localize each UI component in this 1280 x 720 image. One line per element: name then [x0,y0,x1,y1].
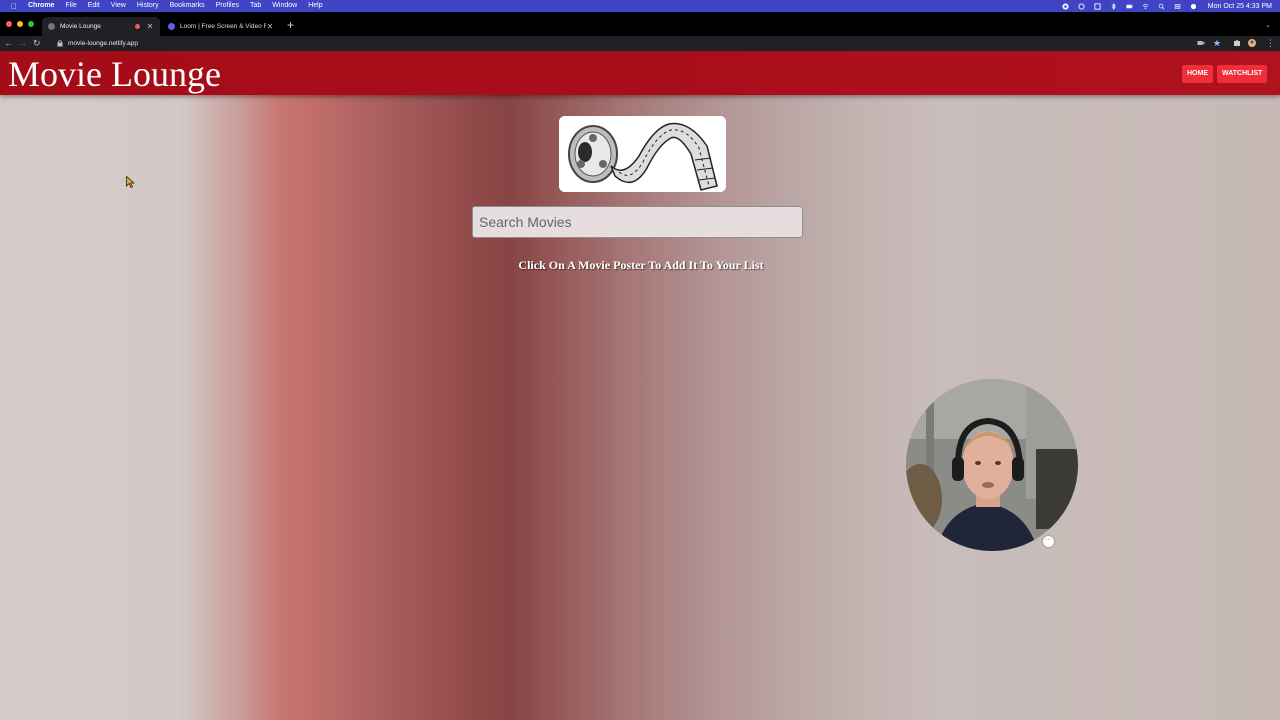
menu-history[interactable]: History [137,0,159,12]
menubar-clock[interactable]: Mon Oct 25 4:33 PM [1208,3,1272,10]
menu-window[interactable]: Window [272,0,297,12]
tab-movie-lounge[interactable]: Movie Lounge ✕ [42,17,160,36]
browser-toolbar: ← → ↻ movie-lounge.netlify.app ⋮ [0,36,1280,51]
bookmark-star-icon[interactable] [1213,39,1221,47]
minimize-window-button[interactable] [17,21,23,27]
loom-favicon-icon [168,23,175,30]
siri-icon[interactable] [1190,3,1197,10]
apple-icon[interactable]:  [0,2,28,11]
menu-file[interactable]: File [65,0,76,12]
wifi-icon[interactable] [1142,3,1149,10]
reload-button[interactable]: ↻ [33,37,41,49]
close-window-button[interactable] [6,21,12,27]
macos-menu-bar:  Chrome File Edit View History Bookmark… [0,0,1280,12]
fullscreen-window-button[interactable] [28,21,34,27]
extensions-puzzle-icon[interactable] [1233,39,1241,47]
webcam-presenter-image [906,379,1078,551]
forward-button[interactable]: → [18,37,27,49]
tab-loom[interactable]: Loom | Free Screen & Video Re ✕ [162,17,280,36]
browser-tab-strip: Movie Lounge ✕ Loom | Free Screen & Vide… [0,12,1280,36]
film-reel-logo [559,116,726,192]
address-bar[interactable]: movie-lounge.netlify.app [50,37,1220,49]
loom-status-icon[interactable] [1062,2,1069,10]
url-text: movie-lounge.netlify.app [68,39,138,47]
tab-search-chevron-icon[interactable]: ⌄ [1265,21,1271,29]
webcam-options-icon[interactable]: ··· [1043,536,1054,547]
menu-profiles[interactable]: Profiles [216,0,239,12]
menu-edit[interactable]: Edit [88,0,100,12]
menu-help[interactable]: Help [308,0,322,12]
loom-webcam-bubble[interactable] [906,379,1078,551]
page-viewport: Movie Lounge HOME WATCHLIST Click On A M… [0,51,1280,720]
camera-icon[interactable] [1197,39,1205,47]
close-tab-icon[interactable]: ✕ [266,22,274,31]
menu-tab[interactable]: Tab [250,0,261,12]
globe-favicon-icon [48,23,55,30]
film-reel-icon [559,116,726,192]
instruction-text: Click On A Movie Poster To Add It To You… [518,258,764,272]
lock-icon [57,40,63,47]
recording-indicator-icon [135,24,140,29]
spotlight-search-icon[interactable] [1158,3,1165,10]
profile-avatar-icon[interactable] [1248,39,1256,47]
site-title[interactable]: Movie Lounge [8,54,221,94]
menu-bookmarks[interactable]: Bookmarks [170,0,205,12]
timer-icon[interactable] [1078,2,1085,10]
close-tab-icon[interactable]: ✕ [146,22,154,31]
bluetooth-icon[interactable] [1110,2,1117,10]
tab-title: Movie Lounge [60,23,101,30]
site-header: Movie Lounge HOME WATCHLIST [0,51,1280,95]
home-button[interactable]: HOME [1182,65,1213,83]
battery-icon[interactable] [1126,3,1133,10]
back-button[interactable]: ← [4,37,13,49]
watchlist-button[interactable]: WATCHLIST [1217,65,1268,83]
menu-view[interactable]: View [111,0,126,12]
search-movies-input[interactable] [472,206,803,238]
mouse-cursor-icon [126,176,135,188]
tab-title: Loom | Free Screen & Video Re [180,23,266,30]
control-center-icon[interactable] [1174,3,1181,10]
menu-app-name[interactable]: Chrome [28,0,54,12]
new-tab-button[interactable]: + [287,19,294,31]
chrome-menu-icon[interactable]: ⋮ [1266,37,1275,49]
grid-icon[interactable] [1094,2,1101,10]
menubar-status-area: Mon Oct 25 4:33 PM [1062,0,1272,12]
